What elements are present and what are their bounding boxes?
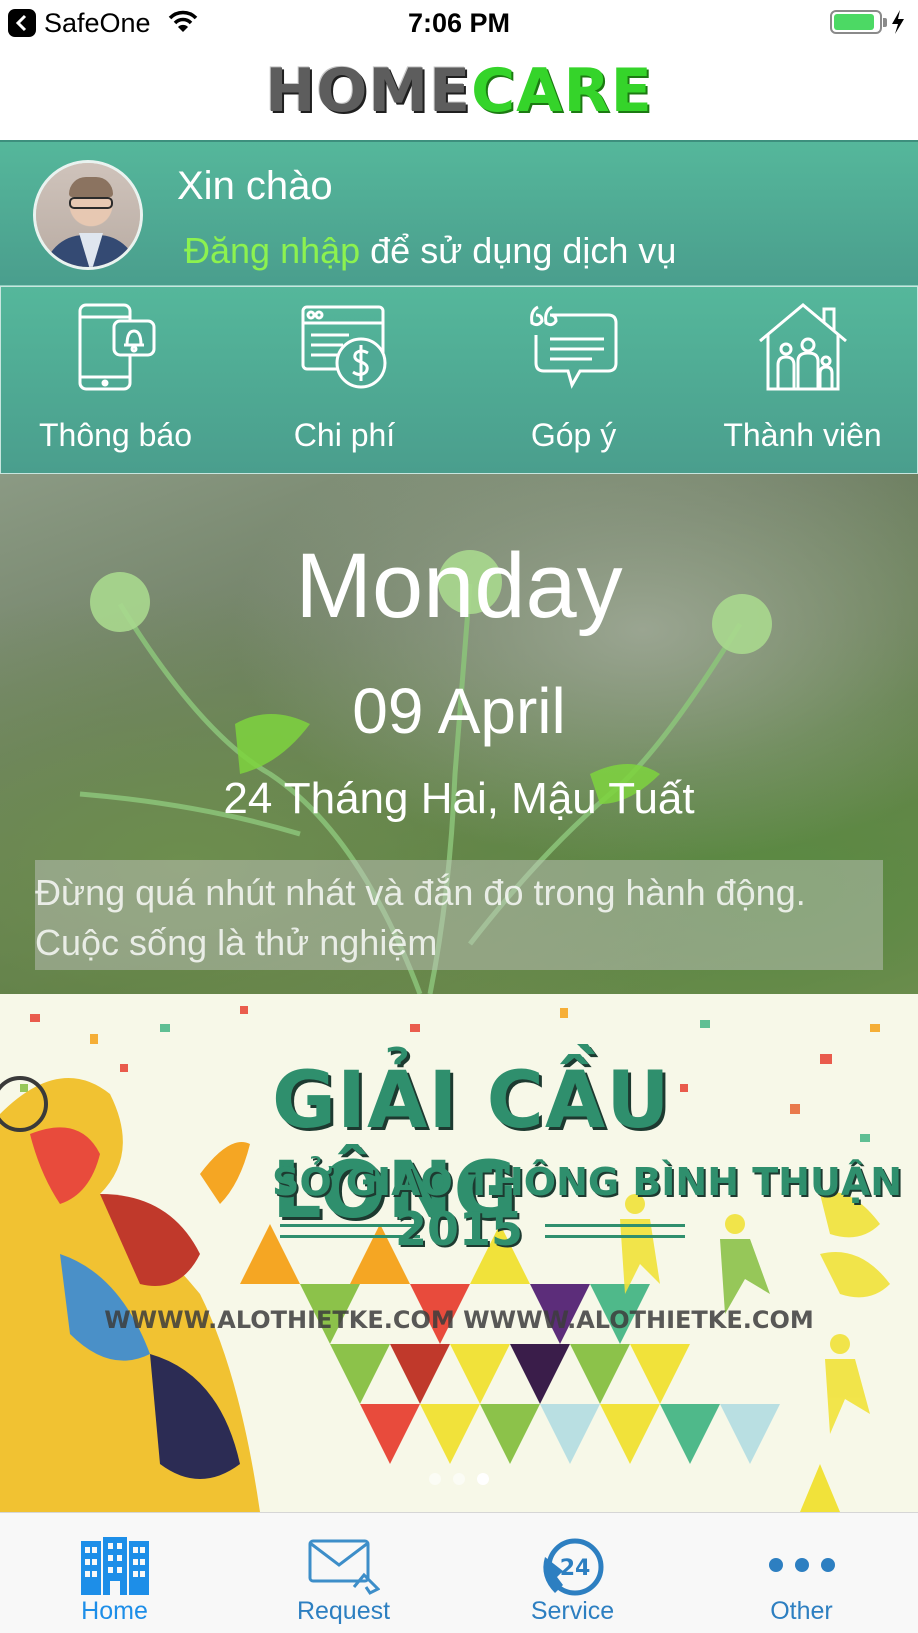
quick-item-label: Thành viên [723, 417, 882, 453]
daily-quote: Đừng quá nhút nhát và đắn đo trong hành … [35, 860, 883, 970]
more-dots-icon [766, 1537, 838, 1600]
status-time: 7:06 PM [407, 8, 511, 38]
calendar-date: 09 April [352, 675, 566, 747]
login-link[interactable]: Đăng nhập [184, 230, 360, 271]
promo-banner[interactable]: GIẢI CẦU LÔNG SỞ GIAO THÔNG BÌNH THUẬN 2… [0, 994, 918, 1512]
support-24-icon: 24 [537, 1537, 609, 1604]
tab-other[interactable]: Other [687, 1513, 916, 1633]
tab-service[interactable]: 24 Service [458, 1513, 687, 1633]
carousel-dot[interactable] [429, 1473, 441, 1485]
family-house-icon [756, 301, 850, 398]
charging-bolt-icon [890, 9, 906, 40]
app-header: HOMECARE [0, 46, 918, 142]
quick-item-label: Thông báo [38, 417, 192, 453]
tab-home[interactable]: Home [0, 1513, 229, 1633]
quick-item-feedback[interactable]: Góp ý [459, 287, 688, 475]
tab-label: Request [296, 1597, 391, 1625]
greeting-title: Xin chào [177, 164, 333, 208]
svg-text:24: 24 [559, 1556, 590, 1581]
promo-subtitle: SỞ GIAO THÔNG BÌNH THUẬN [272, 1160, 903, 1204]
mail-icon [308, 1537, 381, 1600]
tab-label: Home [81, 1597, 148, 1625]
lunar-date: 24 Tháng Hai, Mậu Tuất [223, 774, 695, 823]
quick-item-notifications[interactable]: Thông báo [1, 287, 230, 475]
tab-label: Other [770, 1597, 833, 1625]
quick-item-label: Chi phí [293, 417, 396, 453]
quick-item-costs[interactable]: Chi phí [230, 287, 459, 475]
homecare-logo: HOMECARE [265, 56, 653, 126]
quote-text: Đừng quá nhút nhát và đắn đo trong hành … [35, 872, 806, 963]
battery-icon [830, 10, 887, 34]
tab-label: Service [530, 1597, 615, 1625]
promo-watermark: WWWW.ALOTHIETKE.COM WWWW.ALOTHIETKE.COM [104, 1306, 814, 1334]
greeting-panel: Xin chào Đăng nhập để sử dụng dịch vụ [0, 142, 918, 286]
login-prompt-text: để sử dụng dịch vụ [360, 230, 677, 271]
day-of-week: Monday [295, 535, 623, 637]
carousel-dot[interactable] [453, 1473, 465, 1485]
phone-bell-icon [74, 301, 158, 398]
promo-year: 2015 [394, 1202, 524, 1256]
login-prompt: Đăng nhập để sử dụng dịch vụ [184, 230, 676, 272]
tab-request[interactable]: Request [229, 1513, 458, 1633]
invoice-dollar-icon [299, 301, 391, 398]
avatar[interactable] [33, 160, 143, 270]
carousel-dots[interactable] [0, 1472, 918, 1490]
date-banner: Monday 09 April 24 Tháng Hai, Mậu Tuất Đ… [0, 474, 918, 994]
carousel-dot-active[interactable] [477, 1473, 489, 1485]
quick-item-members[interactable]: Thành viên [688, 287, 917, 475]
tab-bar: Home Request 24 Service Other [0, 1512, 918, 1633]
quick-menu: Thông báo Chi phí Góp ý Thành viên [0, 286, 918, 474]
building-icon [79, 1537, 151, 1600]
quote-bubble-icon [528, 301, 620, 398]
status-bar: SafeOne 7:06 PM [0, 0, 918, 46]
quick-item-label: Góp ý [530, 417, 617, 453]
